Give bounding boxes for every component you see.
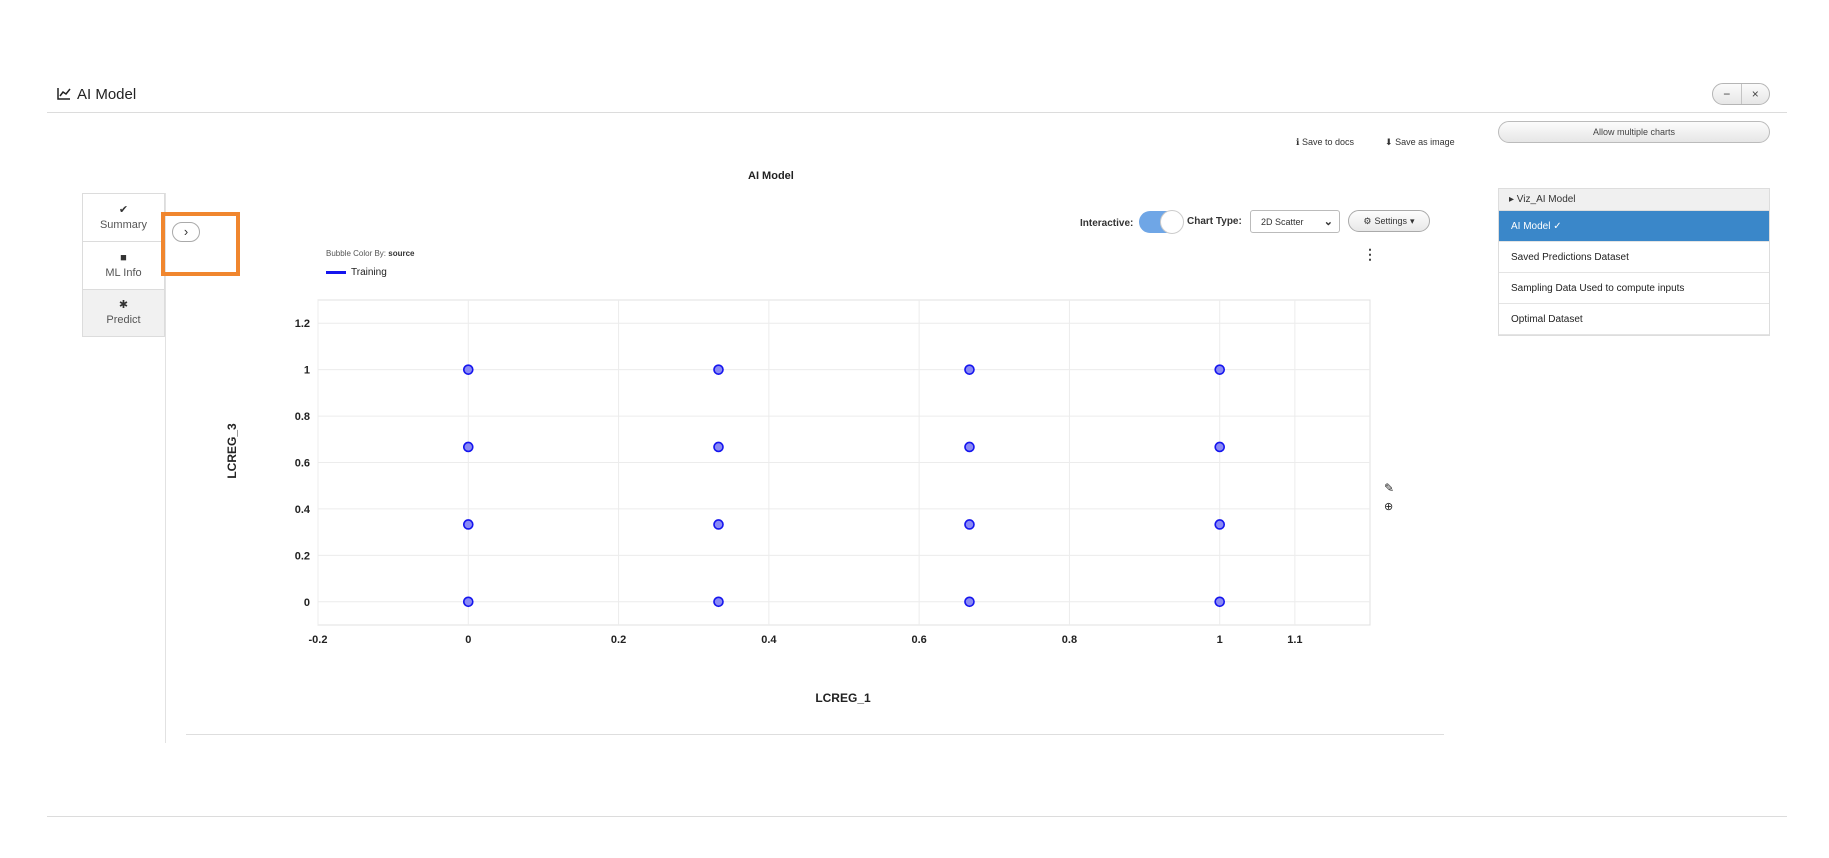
scatter-point[interactable] — [462, 596, 474, 608]
viz-list-panel: ▸ Viz_AI Model AI Model ✓ Saved Predicti… — [1498, 188, 1770, 336]
y-tick-label: 1 — [304, 365, 310, 377]
interactive-label: Interactive: — [1080, 218, 1134, 229]
x-tick-label: 1.1 — [1287, 634, 1302, 646]
tab-predict[interactable]: ✱ Predict — [82, 289, 165, 337]
footer-divider — [47, 816, 1787, 817]
left-tab-bar: ✔ Summary ■ ML Info ✱ Predict — [82, 193, 165, 337]
pencil-icon[interactable]: ✎ — [1384, 481, 1394, 495]
y-axis-label: LCREG_3 — [225, 423, 239, 479]
close-button[interactable]: × — [1740, 84, 1770, 104]
toggle-knob — [1160, 210, 1184, 234]
vertical-ellipsis-icon[interactable]: ⋮ — [1363, 246, 1377, 263]
window-title-bar: AI Model — [57, 84, 136, 104]
magic-wand-icon: ✱ — [118, 299, 129, 311]
x-tick-label: 0.8 — [1062, 634, 1077, 646]
zoom-in-icon[interactable]: ⊕ — [1384, 500, 1393, 513]
x-tick-label: 0.4 — [761, 634, 777, 646]
allow-multiple-charts-button[interactable]: Allow multiple charts — [1498, 121, 1770, 143]
scatter-point[interactable] — [713, 364, 724, 375]
x-tick-label: 0 — [465, 634, 471, 646]
legend-title-field: source — [388, 249, 415, 258]
viz-item-saved-predictions[interactable]: Saved Predictions Dataset — [1499, 242, 1769, 273]
legend-title-prefix: Bubble Color By: — [326, 249, 387, 258]
document-icon: ■ — [120, 251, 127, 264]
y-tick-label: 0.6 — [295, 458, 310, 470]
legend-title: Bubble Color By: source — [326, 249, 415, 258]
x-axis-label: LCREG_1 — [815, 691, 871, 705]
chevron-down-icon: ⌄ — [1323, 216, 1333, 228]
scatter-point[interactable] — [1214, 596, 1226, 608]
scatter-point[interactable] — [964, 364, 975, 375]
y-tick-label: 0.2 — [295, 550, 310, 562]
x-tick-label: 1 — [1217, 634, 1223, 646]
scatter-point[interactable] — [713, 441, 724, 453]
line-chart-icon — [57, 88, 71, 100]
scatter-point[interactable] — [964, 519, 975, 530]
chevron-right-icon: › — [183, 224, 189, 239]
download-icon: ⬇ — [1385, 137, 1393, 147]
y-tick-label: 1.2 — [295, 318, 310, 330]
y-tick-label: 0.4 — [295, 504, 311, 516]
legend-swatch — [326, 271, 346, 274]
y-tick-label: 0.8 — [295, 411, 310, 423]
window-title: AI Model — [77, 85, 137, 103]
scatter-point[interactable] — [964, 596, 975, 608]
window-controls: − × — [1712, 83, 1770, 105]
chart-title: AI Model — [748, 170, 794, 182]
x-tick-label: -0.2 — [309, 634, 328, 646]
caret-down-icon: ▾ — [1410, 215, 1415, 226]
legend-entry-label: Training — [351, 267, 387, 278]
y-tick-label: 0 — [304, 597, 310, 609]
info-icon: ℹ — [1296, 137, 1300, 147]
chart-bottom-divider — [186, 734, 1444, 735]
save-as-image-link[interactable]: ⬇ Save as image — [1385, 137, 1455, 148]
save-to-docs-link[interactable]: ℹ Save to docs — [1296, 137, 1354, 148]
scatter-point[interactable] — [462, 441, 474, 453]
scatter-point[interactable] — [462, 519, 474, 530]
gear-icon: ⚙ — [1363, 215, 1372, 226]
tab-summary[interactable]: ✔ Summary — [82, 193, 165, 241]
scatter-point[interactable] — [713, 596, 724, 608]
chart-type-label: Chart Type: — [1187, 216, 1242, 227]
scatter-point[interactable] — [713, 519, 724, 530]
tab-ml-info-label: ML Info — [105, 266, 142, 279]
tab-summary-label: Summary — [99, 218, 148, 231]
scatter-point[interactable] — [964, 441, 975, 453]
scatter-point[interactable] — [1214, 519, 1226, 530]
viz-item-sampling-data[interactable]: Sampling Data Used to compute inputs — [1499, 273, 1769, 304]
scatter-point[interactable] — [1214, 441, 1226, 453]
tab-ml-info[interactable]: ■ ML Info — [82, 241, 165, 289]
viz-item-ai-model[interactable]: AI Model ✓ — [1499, 211, 1769, 242]
settings-label: Settings — [1374, 216, 1408, 226]
highlight-box — [161, 212, 240, 276]
scatter-point[interactable] — [1214, 364, 1226, 375]
check-double-icon: ✔ — [118, 203, 129, 216]
save-to-docs-label: Save to docs — [1301, 137, 1354, 147]
interactive-toggle[interactable] — [1139, 210, 1184, 234]
settings-button[interactable]: ⚙ Settings ▾ — [1348, 210, 1430, 232]
viz-group-header[interactable]: ▸ Viz_AI Model — [1499, 189, 1769, 211]
chart-type-select[interactable]: 2D Scatter ⌄ — [1250, 210, 1340, 233]
title-divider — [47, 112, 1787, 113]
save-as-image-label: Save as image — [1395, 137, 1455, 147]
legend-entry[interactable]: Training — [326, 267, 387, 278]
expand-panel-button[interactable]: › — [172, 222, 200, 242]
viz-item-optimal-dataset[interactable]: Optimal Dataset — [1499, 304, 1769, 335]
x-tick-label: 0.6 — [911, 634, 926, 646]
chart-type-value: 2D Scatter — [1261, 216, 1304, 227]
minimize-button[interactable]: − — [1713, 84, 1741, 104]
scatter-point[interactable] — [462, 364, 474, 375]
x-tick-label: 0.2 — [611, 634, 626, 646]
tab-predict-label: Predict — [106, 314, 141, 326]
